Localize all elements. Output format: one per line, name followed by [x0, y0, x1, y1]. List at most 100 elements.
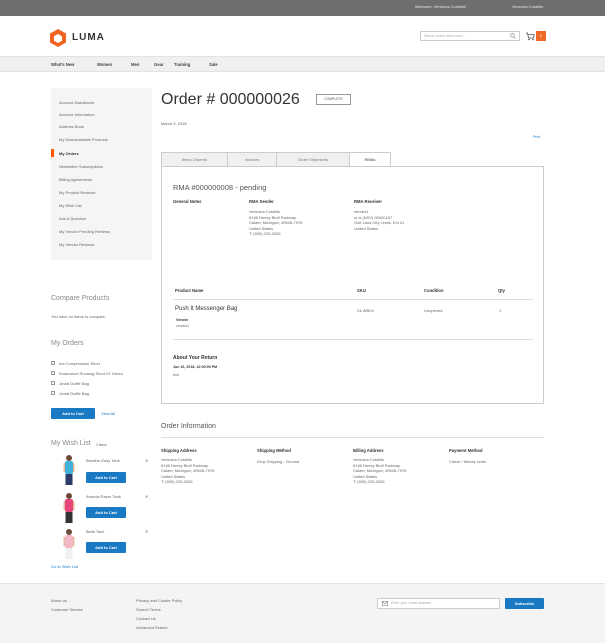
newsletter-email-input[interactable]: Enter your email address [377, 598, 500, 609]
reorder-item: Jovial Duffle Bag [59, 391, 89, 396]
nav-women[interactable]: Women [97, 62, 112, 67]
wishlist-count: 3 items [96, 443, 107, 447]
vendor-label: Vendor [176, 318, 189, 322]
nav-whats-new[interactable]: What's New [51, 62, 74, 67]
shipping-address: Veronica Costello 6146 Honey Bluff Parkw… [161, 457, 214, 485]
nav-men[interactable]: Men [131, 62, 139, 67]
go-to-wishlist-link[interactable]: Go to Wish List [51, 564, 78, 569]
add-to-cart-button[interactable]: Add to Cart [86, 507, 126, 518]
view-all-link[interactable]: View All [101, 411, 115, 416]
shipping-address-label: Shipping Address [161, 448, 197, 453]
payment-method-label: Payment Method [449, 448, 483, 453]
add-to-cart-button[interactable]: Add to Cart [86, 542, 126, 553]
general-notes-label: General Notes [173, 199, 202, 204]
rma-title: RMA #000000008 - pending [173, 183, 267, 192]
subscribe-button[interactable]: Subscribe [505, 598, 544, 609]
sidebar-item-downloadable-products[interactable]: My Downloadable Products [59, 137, 108, 142]
wishlist-title: My Wish List [51, 440, 91, 447]
footer-link-advanced-search[interactable]: Advanced Search [136, 625, 168, 630]
nav-training[interactable]: Training [174, 62, 190, 67]
welcome-message: Welcome, Veronica Costello! [415, 4, 467, 9]
sidebar-item-billing-agreements[interactable]: Billing Agreements [59, 177, 92, 182]
condition-value: Unopened [424, 308, 443, 313]
rma-receiver-address: vendor1 sr is (NSV) 00000157 Gulf Land C… [354, 209, 404, 231]
nav-sale[interactable]: Sale [209, 62, 218, 67]
column-header-sku: SKU [357, 288, 366, 293]
luma-logo-icon[interactable] [49, 29, 67, 47]
vendor-value: vendor1 [176, 324, 189, 328]
page-title: Order # 000000026 [161, 91, 300, 108]
compare-empty-text: You have no items to compare. [51, 314, 106, 319]
sidebar-item-wish-list[interactable]: My Wish List [59, 203, 82, 208]
reorder-checkbox[interactable] [51, 391, 55, 395]
search-placeholder: Search entire store here... [424, 34, 466, 38]
column-header-condition: Condition [424, 288, 444, 293]
shipping-method-label: Shipping Method [257, 448, 291, 453]
logo-text[interactable]: LUMA [72, 32, 105, 43]
sku-value: 24-WB04 [357, 308, 374, 313]
cart-icon[interactable] [525, 31, 535, 41]
footer-link-customer-service[interactable]: Customer Service [51, 607, 83, 612]
section-divider [161, 437, 544, 438]
active-item-indicator [51, 149, 54, 157]
qty-value: 1 [499, 308, 502, 313]
reorder-item: Jovial Duffle Bag [59, 381, 89, 386]
sidebar-item-my-orders[interactable]: My Orders [59, 151, 79, 156]
table-divider [173, 339, 533, 340]
nav-gear[interactable]: Gear [154, 62, 164, 67]
footer-link-search-terms[interactable]: Search Terms [136, 607, 161, 612]
footer-link-about[interactable]: About us [51, 598, 67, 603]
search-icon[interactable] [510, 33, 516, 39]
tab-items-ordered[interactable]: Items Ordered [161, 152, 228, 167]
product-name: Push It Messenger Bag [175, 306, 238, 312]
sidebar-item-vendor-reviews[interactable]: My Vendor Reviews [59, 242, 94, 247]
sidebar-item-account-information[interactable]: Account Information [59, 112, 95, 117]
reorder-item: Endurance Running Short 02 Green [59, 371, 123, 376]
reorder-checkbox[interactable] [51, 361, 55, 365]
add-to-cart-button[interactable]: Add to Cart [86, 472, 126, 483]
reorder-checkbox[interactable] [51, 371, 55, 375]
rma-sender-label: RMA Sender [249, 199, 274, 204]
address-line: T: (555) 229-3326 [353, 479, 385, 484]
address-line: United States [354, 225, 379, 231]
footer-link-contact[interactable]: Contact Us [136, 616, 156, 621]
address-line: T: (555) 229-3326 [249, 231, 281, 236]
add-to-cart-button[interactable]: Add to Cart [51, 408, 95, 419]
remove-item-icon[interactable]: ✕ [145, 494, 148, 499]
product-image-tank[interactable] [62, 528, 76, 562]
wishlist-item-name[interactable]: Breathe-Easy Tank [86, 458, 120, 463]
sidebar-item-ask-question[interactable]: Ask A Question [59, 216, 86, 221]
sidebar-item-address-book[interactable]: Address Book [59, 124, 84, 129]
reorder-checkbox[interactable] [51, 381, 55, 385]
rma-sender-address: Veronica Costello 6146 Honey Bluff Parkw… [249, 209, 302, 237]
column-header-product-name: Product Name [175, 288, 204, 293]
table-divider [173, 299, 533, 300]
wishlist-item-name[interactable]: Bella Tank [86, 529, 104, 534]
address-line: Calder, Michigan, 49628-7978 [353, 468, 407, 473]
tab-invoices[interactable]: Invoices [227, 152, 277, 167]
cart-count-badge[interactable]: 2 [536, 31, 546, 41]
wishlist-item-name[interactable]: Antonia Racer Tank [86, 494, 121, 499]
order-date: March 9, 2018 [161, 121, 187, 126]
sidebar-item-newsletter[interactable]: Newsletter Subscriptions [59, 164, 103, 169]
print-link[interactable]: Print [533, 135, 540, 139]
about-return-date: Jun 16, 2018, 12:00:00 PM [173, 365, 218, 369]
main-navigation: What's New Women Men Gear Training Sale [0, 56, 605, 72]
sidebar-item-product-reviews[interactable]: My Product Reviews [59, 190, 95, 195]
remove-item-icon[interactable]: ✕ [145, 458, 148, 463]
sidebar-item-account-dashboard[interactable]: Account Dashboard [59, 100, 94, 105]
billing-address: Veronica Costello 6146 Honey Bluff Parkw… [353, 457, 406, 485]
tab-order-shipments[interactable]: Order Shipments [276, 152, 350, 167]
remove-item-icon[interactable]: ✕ [145, 529, 148, 534]
about-return-label: About Your Return [173, 355, 218, 361]
product-image-tank[interactable] [62, 454, 76, 488]
envelope-icon [382, 601, 388, 606]
compare-title: Compare Products [51, 295, 110, 302]
search-input[interactable]: Search entire store here... [420, 31, 520, 41]
page-footer: About us Customer Service Privacy and Co… [0, 583, 605, 643]
sidebar-item-vendor-pending-reviews[interactable]: My Vendor Pending Reviews [59, 229, 110, 234]
footer-link-privacy[interactable]: Privacy and Cookie Policy [136, 598, 182, 603]
product-image-tank[interactable] [62, 492, 76, 526]
customer-menu-link[interactable]: Veronica Costello [512, 4, 543, 9]
rma-receiver-label: RMA Receiver [354, 199, 383, 204]
